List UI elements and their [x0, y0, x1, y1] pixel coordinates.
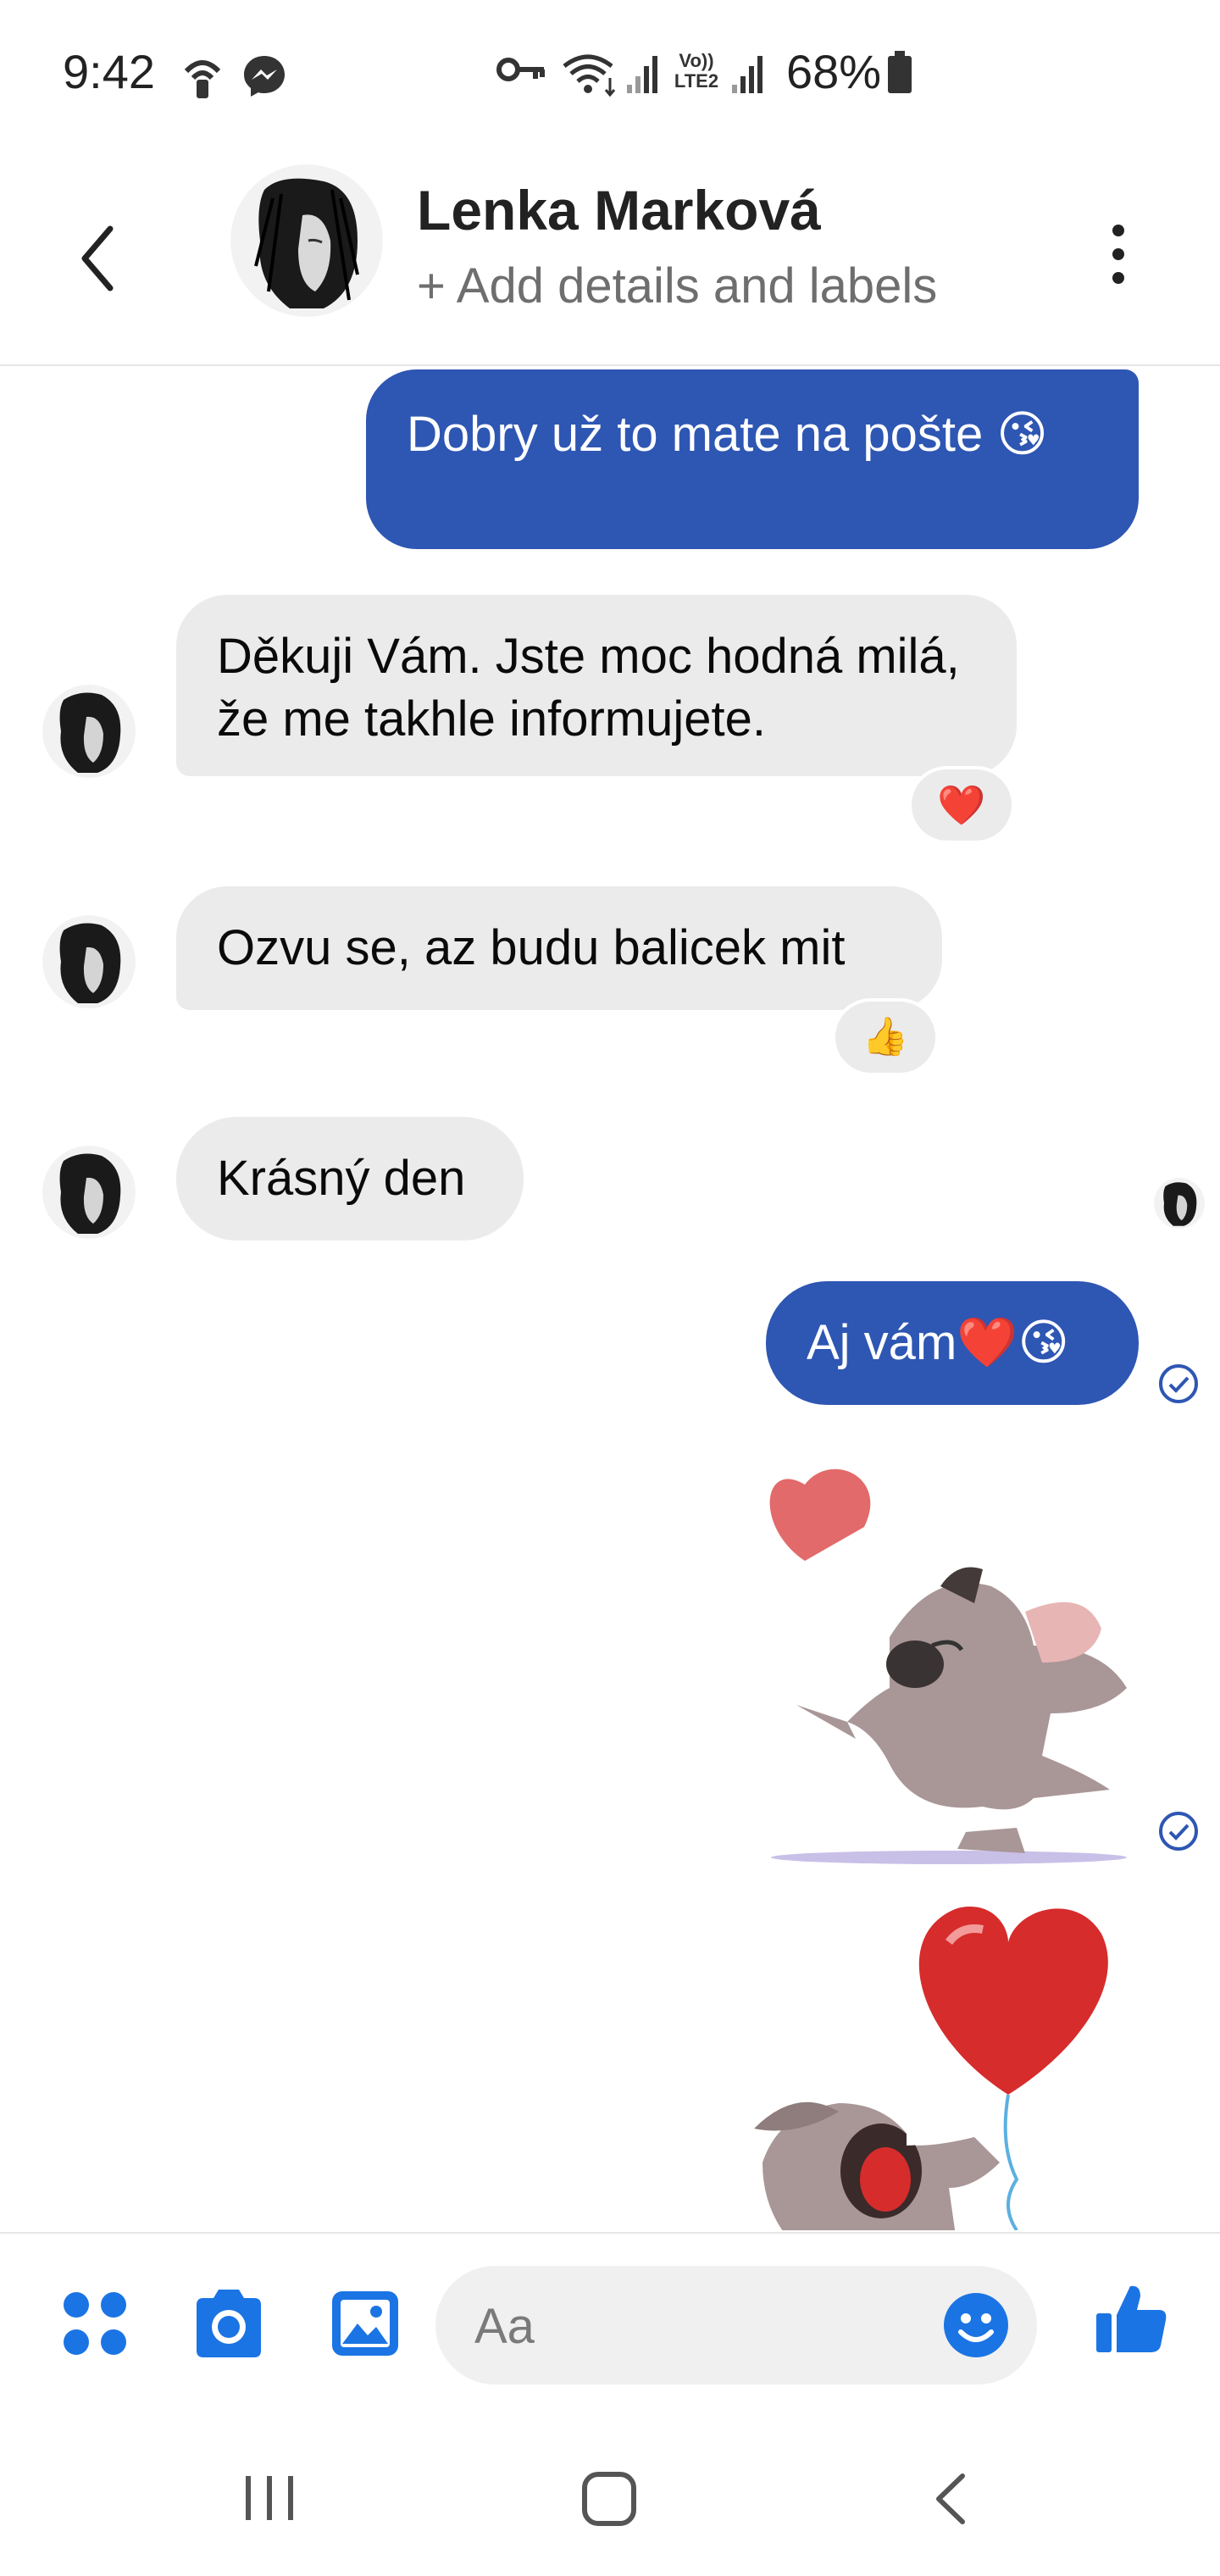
more-vert-icon[interactable]: [1101, 212, 1135, 297]
signal-icon: [732, 56, 762, 93]
emoji-icon[interactable]: [942, 2291, 1010, 2359]
status-time: 9:42: [63, 45, 155, 98]
dog-kiss-heart-sticker[interactable]: [746, 1442, 1144, 1866]
add-details-link[interactable]: + Add details and labels: [417, 258, 937, 314]
thumbs-up-reaction-icon: 👍: [862, 1016, 909, 1058]
seen-avatar: [1154, 1178, 1205, 1229]
messenger-icon: [244, 56, 285, 97]
incoming-message[interactable]: Krásný den: [176, 1117, 524, 1241]
message-composer: Aa: [0, 2232, 1220, 2420]
delivered-check-icon: [1159, 1364, 1198, 1403]
camera-icon[interactable]: [190, 2288, 268, 2359]
battery-icon: [888, 51, 912, 93]
status-bar: 9:42 Vo)) LTE2 68%: [0, 0, 1220, 153]
vpn-key-icon: [496, 58, 545, 81]
heart-reaction-icon: ❤️: [937, 783, 986, 827]
contact-name[interactable]: Lenka Marková: [417, 178, 821, 242]
contact-avatar[interactable]: [230, 164, 383, 317]
message-list[interactable]: Dobry už to mate na pošte 😘 Děkuji Vám. …: [0, 366, 1220, 2230]
avatar[interactable]: [42, 915, 136, 1008]
dog-heart-balloon-sticker[interactable]: [746, 1891, 1135, 2230]
like-icon[interactable]: [1093, 2281, 1169, 2357]
back-icon[interactable]: [932, 2473, 969, 2525]
incoming-message[interactable]: Děkuji Vám. Jste moc hodná milá, že me t…: [176, 595, 1017, 776]
reaction-badge[interactable]: ❤️: [908, 766, 1015, 844]
message-input[interactable]: Aa: [435, 2266, 1037, 2384]
home-icon[interactable]: [581, 2471, 637, 2527]
reaction-badge[interactable]: 👍: [832, 998, 939, 1076]
outgoing-message[interactable]: Dobry už to mate na pošte 😘: [366, 369, 1139, 549]
conversation-header: Lenka Marková + Add details and labels: [0, 153, 1220, 366]
avatar[interactable]: [42, 1146, 136, 1239]
message-input-placeholder: Aa: [474, 2299, 535, 2354]
gallery-icon[interactable]: [330, 2290, 400, 2357]
back-arrow-icon[interactable]: [76, 220, 127, 297]
avatar[interactable]: [42, 685, 136, 778]
signal-icon: [627, 56, 657, 93]
recents-icon[interactable]: [242, 2471, 297, 2525]
incoming-message[interactable]: Ozvu se, az budu balicek mit: [176, 886, 942, 1010]
hotspot-icon: [184, 60, 221, 98]
delivered-check-icon: [1159, 1812, 1198, 1851]
outgoing-message[interactable]: Aj vám❤️😘: [766, 1281, 1139, 1405]
wifi-icon: [563, 54, 616, 97]
system-nav-bar: [0, 2420, 1220, 2576]
apps-icon[interactable]: [61, 2290, 129, 2357]
volte-icon: Vo)) LTE2: [674, 50, 719, 92]
battery-percent: 68%: [786, 45, 882, 98]
